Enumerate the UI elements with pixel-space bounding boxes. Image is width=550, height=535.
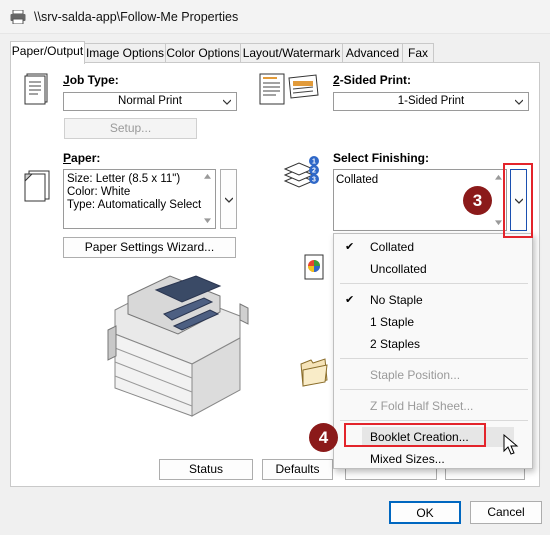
- select-finishing-label: Select Finishing:: [333, 151, 430, 165]
- menu-separator: [340, 389, 528, 390]
- tab-image-options[interactable]: Image Options: [84, 43, 166, 63]
- paper-type-text: Type: Automatically Select: [67, 199, 202, 211]
- chevron-down-icon: [515, 99, 523, 105]
- tab-strip: Paper/Output Image Options Color Options…: [10, 41, 540, 64]
- defaults-button[interactable]: Defaults: [262, 459, 333, 480]
- finishing-badge-3: 3: [312, 177, 316, 184]
- two-sided-print-label: 2-Sided Print:: [333, 73, 412, 87]
- folder-icon: [300, 358, 328, 387]
- menu-item-staple-position: Staple Position...: [370, 368, 461, 382]
- tab-paper-output[interactable]: Paper/Output: [10, 41, 85, 64]
- menu-item-2-staples[interactable]: 2 Staples: [370, 337, 420, 351]
- job-type-select[interactable]: Normal Print: [63, 92, 237, 111]
- job-type-value: Normal Print: [118, 95, 182, 107]
- status-button[interactable]: Status: [159, 459, 253, 480]
- ok-button[interactable]: OK: [389, 501, 461, 524]
- title-bar: \\srv-salda-app\Follow-Me Properties: [0, 0, 550, 34]
- job-type-label: Job Type:: [63, 73, 119, 87]
- paper-summary-box[interactable]: Size: Letter (8.5 x 11") Color: White Ty…: [63, 169, 216, 229]
- menu-item-z-fold-half-sheet: Z Fold Half Sheet...: [370, 399, 474, 413]
- checkmark-icon: ✔: [345, 294, 355, 306]
- setup-button[interactable]: Setup...: [64, 118, 197, 139]
- step4-highlight-box: [344, 423, 486, 447]
- menu-item-mixed-sizes[interactable]: Mixed Sizes...: [370, 452, 445, 466]
- finishing-value: Collated: [336, 174, 379, 186]
- paper-box-scrollbar[interactable]: [200, 170, 215, 228]
- menu-item-uncollated[interactable]: Uncollated: [370, 262, 427, 276]
- menu-item-collated[interactable]: Collated: [370, 240, 414, 254]
- printer-icon: [10, 10, 26, 24]
- tab-layout-watermark[interactable]: Layout/Watermark: [240, 43, 343, 63]
- menu-item-1-staple[interactable]: 1 Staple: [370, 315, 414, 329]
- menu-separator: [340, 420, 528, 421]
- paper-settings-wizard-button[interactable]: Paper Settings Wizard...: [63, 237, 236, 258]
- job-type-icon: [24, 73, 48, 105]
- mouse-cursor-icon: [503, 434, 519, 455]
- paper-color-text: Color: White: [67, 186, 131, 198]
- tab-fax[interactable]: Fax: [402, 43, 434, 63]
- chevron-down-icon: [225, 197, 233, 203]
- window-title: \\srv-salda-app\Follow-Me Properties: [34, 10, 239, 24]
- two-sided-print-value: 1-Sided Print: [397, 95, 465, 107]
- checkmark-icon: ✔: [345, 241, 355, 253]
- two-sided-print-icon: [259, 73, 319, 105]
- step4-badge: 4: [309, 423, 338, 452]
- paper-size-text: Size: Letter (8.5 x 11"): [67, 173, 181, 185]
- chevron-down-icon: [223, 99, 231, 105]
- finishing-badge-2: 2: [312, 168, 316, 175]
- color-options-icon: [304, 254, 324, 280]
- finishing-badge-1: 1: [312, 159, 316, 166]
- two-sided-print-select[interactable]: 1-Sided Print: [333, 92, 529, 111]
- menu-separator: [340, 283, 528, 284]
- tab-color-options[interactable]: Color Options: [165, 43, 241, 63]
- printer-illustration: [107, 275, 249, 417]
- paper-dropdown-button[interactable]: [220, 169, 237, 229]
- step3-highlight-box: [503, 163, 533, 238]
- cancel-button[interactable]: Cancel: [470, 501, 542, 524]
- finishing-stack-icon: 1 2 3: [283, 156, 319, 188]
- menu-item-no-staple[interactable]: No Staple: [370, 293, 423, 307]
- paper-label: Paper:: [63, 151, 101, 165]
- step3-badge: 3: [463, 186, 492, 215]
- tab-advanced[interactable]: Advanced: [342, 43, 403, 63]
- paper-icon: [24, 170, 50, 202]
- menu-separator: [340, 358, 528, 359]
